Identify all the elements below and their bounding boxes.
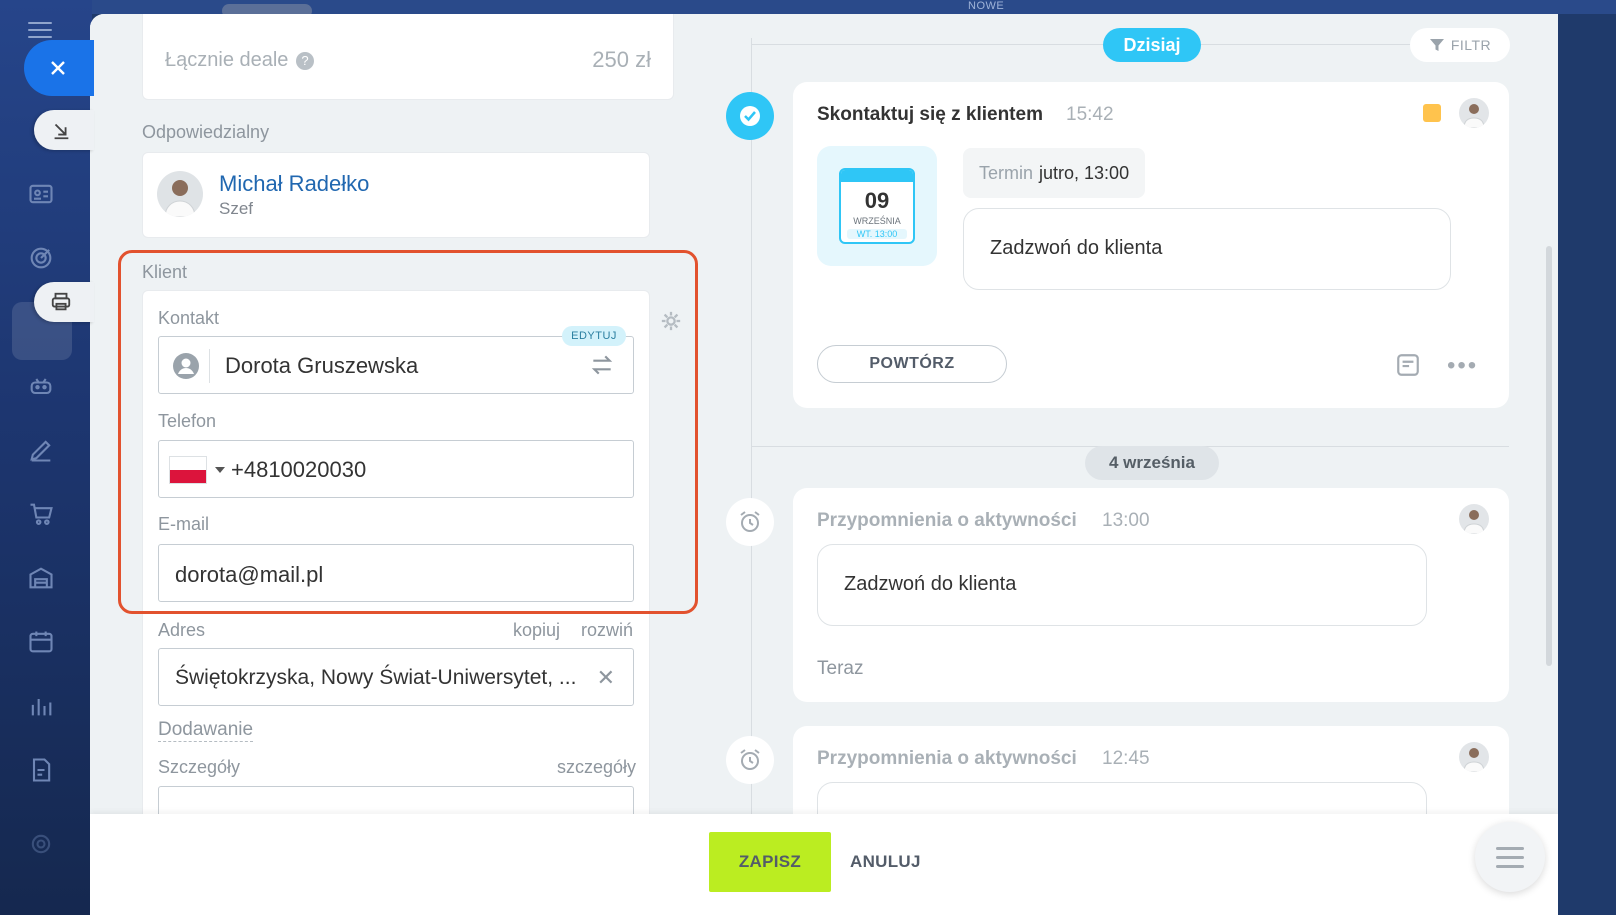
minimize-tab-button[interactable] [34, 110, 94, 150]
status-color-icon [1423, 104, 1441, 122]
timeline-scrollbar[interactable] [1546, 246, 1552, 666]
adding-link[interactable]: Dodawanie [158, 719, 254, 742]
details-link[interactable]: szczegóły [557, 757, 636, 778]
document-edit-icon[interactable] [25, 754, 57, 786]
alarm-clock-icon [726, 498, 774, 546]
reminder-author-avatar[interactable] [1459, 742, 1489, 772]
reminder-time: 13:00 [1102, 510, 1150, 531]
calendar-date-icon: 09 WRZEŚNIA WT. 13:00 [839, 168, 915, 244]
activity-time: 15:42 [1066, 104, 1114, 125]
date-separator: 4 września [1085, 446, 1219, 480]
activity-description[interactable]: Zadzwoń do klienta [963, 208, 1451, 290]
close-icon [51, 61, 65, 75]
more-options-icon[interactable]: ••• [1447, 352, 1478, 380]
address-value: Świętokrzyska, Nowy Świat-Uniwersytet, .… [175, 666, 577, 689]
deadline-chip[interactable]: Termin jutro, 13:00 [963, 148, 1146, 198]
contact-card-icon[interactable] [25, 178, 57, 210]
arrow-down-right-icon [54, 123, 69, 140]
today-badge: Dzisiaj [1103, 28, 1201, 62]
top-strip: NOWE [92, 0, 1616, 18]
deals-label: Łącznie deale ? [165, 49, 314, 72]
client-highlight-frame [118, 250, 698, 614]
calendar-month: WRZEŚNIA [853, 216, 901, 226]
pen-icon[interactable] [25, 434, 57, 466]
activity-author-avatar[interactable] [1459, 98, 1489, 128]
responsible-name[interactable]: Michał Radełko [219, 171, 369, 197]
filter-icon [1429, 39, 1444, 51]
nowe-label: NOWE [968, 0, 1005, 12]
address-field[interactable]: Świętokrzyska, Nowy Świat-Uniwersytet, .… [158, 648, 634, 706]
cancel-button[interactable]: ANULUJ [850, 832, 921, 892]
reminder-card: Przypomnienia o aktywności 13:00 Zadzwoń… [793, 488, 1509, 702]
settings-icon[interactable] [25, 828, 57, 860]
note-icon[interactable] [1395, 352, 1421, 383]
activity-card: Skontaktuj się z klientem 15:42 09 WRZEŚ… [793, 82, 1509, 408]
reminder-footer: Teraz [817, 658, 864, 679]
responsible-role: Szef [219, 199, 254, 218]
copy-address-link[interactable]: kopiuj [513, 620, 560, 641]
analytics-icon[interactable] [25, 690, 57, 722]
calendar-icon[interactable] [25, 626, 57, 658]
details-column: Łącznie deale ? 250 zł Odpowiedzialny Mi… [90, 14, 700, 915]
form-footer: ZAPISZ ANULUJ [90, 814, 1558, 915]
responsible-card: Michał Radełko Szef [142, 152, 650, 238]
close-slider-button[interactable] [24, 40, 94, 96]
clear-address-icon[interactable]: ✕ [597, 665, 615, 691]
deals-total: 250 zł [592, 47, 651, 72]
target-icon[interactable] [25, 242, 57, 274]
filter-button[interactable]: FILTR [1410, 28, 1510, 62]
responsible-label: Odpowiedzialny [142, 122, 270, 142]
deals-card: Łącznie deale ? 250 zł [142, 14, 674, 100]
reminder-author-avatar[interactable] [1459, 504, 1489, 534]
printer-icon [51, 292, 71, 311]
reminder-title: Przypomnienia o aktywności [817, 748, 1077, 769]
cart-icon[interactable] [25, 498, 57, 530]
details-label: Szczegóły [158, 757, 241, 777]
calendar-subtitle: WT. 13:00 [847, 229, 907, 239]
print-tab-button[interactable] [34, 282, 94, 322]
menu-icon[interactable] [1475, 822, 1545, 892]
help-icon[interactable]: ? [296, 51, 314, 70]
calendar-day: 09 [864, 188, 890, 213]
save-button[interactable]: ZAPISZ [709, 832, 831, 892]
reminder-title: Przypomnienia o aktywności [817, 510, 1077, 531]
reminder-description: Zadzwoń do klienta [817, 544, 1427, 626]
address-label: Adres [158, 620, 206, 640]
reminder-time: 12:45 [1102, 748, 1150, 769]
activity-done-icon[interactable] [726, 92, 774, 140]
repeat-button[interactable]: POWTÓRZ [817, 345, 1007, 383]
edit-badge[interactable]: EDYTUJ [562, 326, 626, 346]
avatar[interactable] [157, 171, 203, 217]
robot-icon[interactable] [25, 370, 57, 402]
expand-address-link[interactable]: rozwiń [581, 620, 633, 641]
warehouse-icon[interactable] [25, 562, 57, 594]
activity-title[interactable]: Skontaktuj się z klientem [817, 104, 1043, 126]
entity-slider: Łącznie deale ? 250 zł Odpowiedzialny Mi… [90, 14, 1558, 915]
alarm-clock-icon [726, 736, 774, 784]
calendar-tile: 09 WRZEŚNIA WT. 13:00 [817, 146, 937, 266]
